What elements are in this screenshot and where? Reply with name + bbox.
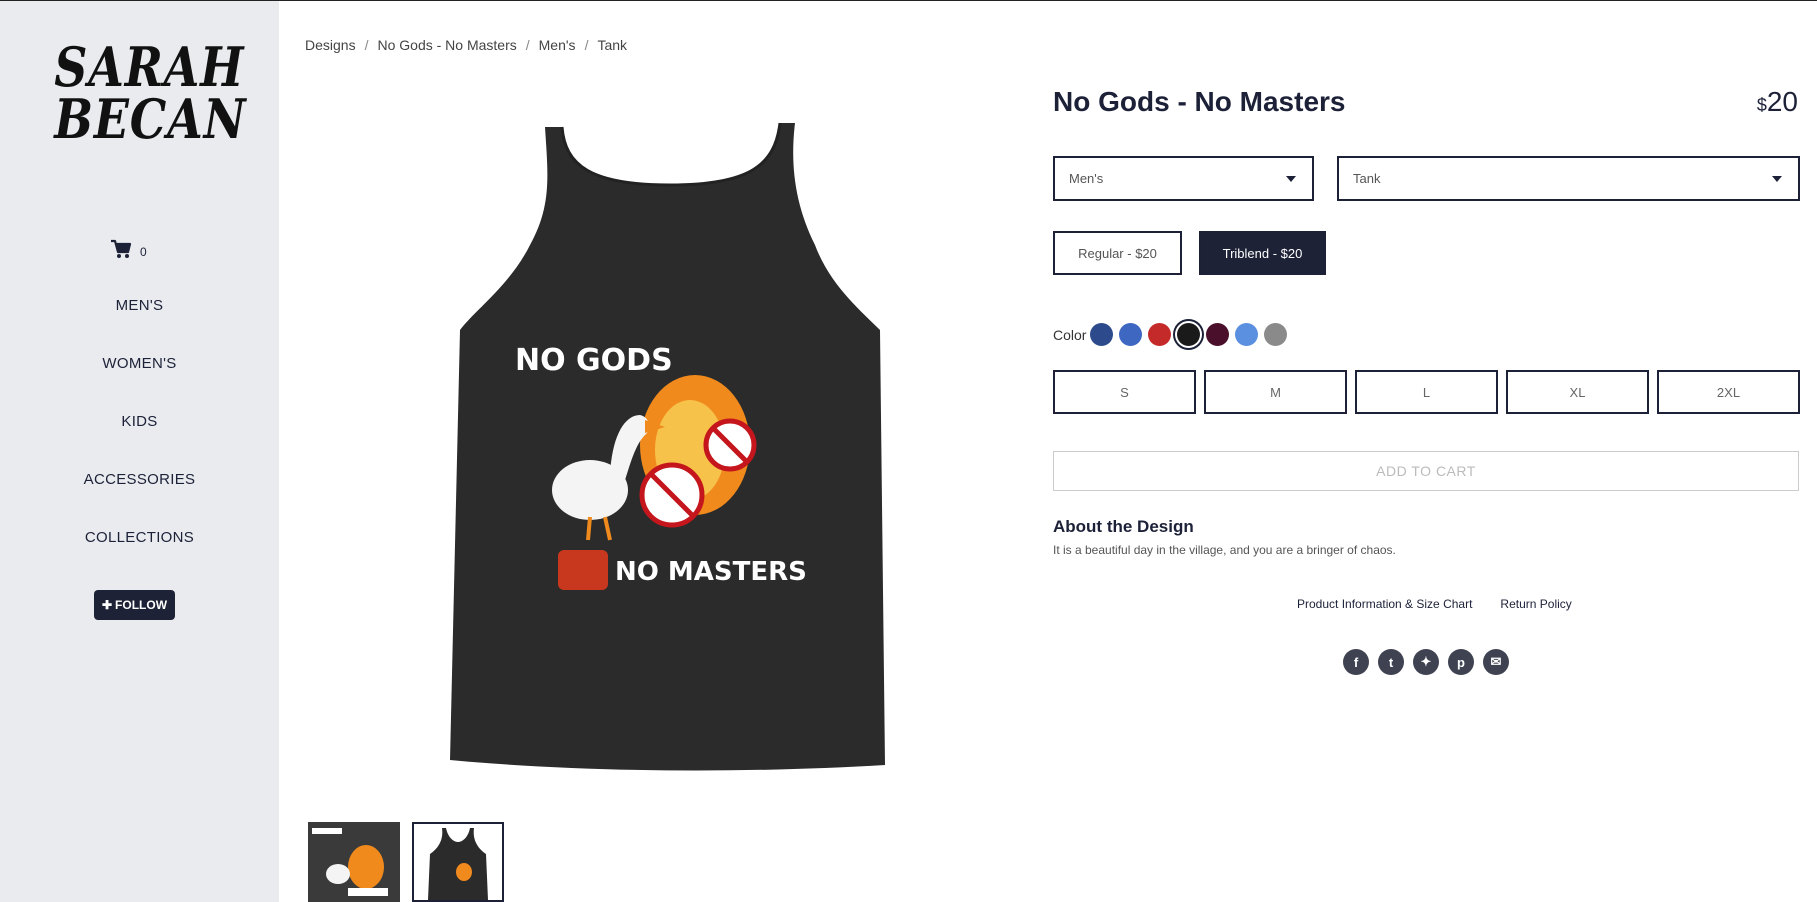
logo-line-1: SARAH — [54, 35, 245, 99]
tumblr-icon[interactable]: t — [1378, 649, 1404, 675]
chevron-down-icon — [1772, 176, 1782, 182]
facebook-icon[interactable]: f — [1343, 649, 1369, 675]
add-to-cart-button[interactable]: ADD TO CART — [1053, 451, 1799, 491]
price-currency: $ — [1756, 95, 1767, 115]
breadcrumb-separator: / — [364, 37, 369, 53]
about-title: About the Design — [1053, 517, 1194, 536]
style-select[interactable]: Tank — [1337, 156, 1800, 201]
artwork-text-top: NO GODS — [515, 343, 673, 378]
cart-link[interactable]: 0 — [110, 239, 147, 264]
return-policy-link[interactable]: Return Policy — [1500, 597, 1571, 611]
breadcrumb-gender[interactable]: Men's — [539, 37, 576, 53]
style-select-value: Tank — [1353, 171, 1381, 186]
product-links: Product Information & Size Chart Return … — [1297, 597, 1572, 611]
breadcrumb: Designs / No Gods - No Masters / Men's /… — [305, 37, 627, 53]
size-chart-link[interactable]: Product Information & Size Chart — [1297, 597, 1472, 611]
color-swatch[interactable] — [1235, 323, 1258, 346]
color-swatch[interactable] — [1206, 323, 1229, 346]
color-swatch[interactable] — [1148, 323, 1171, 346]
sidebar: SARAH BECAN 0 MEN'S WOMEN'S KIDS ACCESSO… — [0, 1, 279, 902]
size-l-button[interactable]: L — [1355, 370, 1498, 414]
cart-icon — [110, 239, 132, 264]
plus-icon: ✚ — [101, 598, 113, 612]
gender-select[interactable]: Men's — [1053, 156, 1314, 201]
cart-count: 0 — [140, 244, 147, 259]
size-s-button[interactable]: S — [1053, 370, 1196, 414]
follow-label: FOLLOW — [115, 598, 168, 612]
option-regular-button[interactable]: Regular - $20 — [1053, 231, 1182, 275]
breadcrumb-style[interactable]: Tank — [597, 37, 627, 53]
sidebar-item-collections[interactable]: COLLECTIONS — [0, 529, 279, 546]
logo-line-2: BECAN — [54, 87, 247, 151]
chevron-down-icon — [1286, 176, 1296, 182]
about-text: It is a beautiful day in the village, an… — [1053, 543, 1396, 557]
price-value: 20 — [1766, 86, 1798, 117]
sidebar-item-womens[interactable]: WOMEN'S — [0, 355, 279, 372]
size-m-button[interactable]: M — [1204, 370, 1347, 414]
twitter-icon[interactable]: ✦ — [1413, 649, 1439, 675]
color-swatch[interactable] — [1177, 323, 1200, 346]
product-price: $20 — [1757, 86, 1798, 118]
brand-logo[interactable]: SARAH BECAN — [40, 35, 247, 161]
product-title: No Gods - No Masters — [1053, 86, 1346, 117]
follow-button[interactable]: ✚ FOLLOW — [94, 590, 175, 620]
color-label: Color — [1053, 327, 1087, 343]
breadcrumb-separator: / — [525, 37, 530, 53]
breadcrumb-separator: / — [584, 37, 589, 53]
gender-select-value: Men's — [1069, 171, 1104, 186]
artwork-text-bottom: NO MASTERS — [615, 557, 807, 587]
color-swatch[interactable] — [1090, 323, 1113, 346]
option-triblend-button[interactable]: Triblend - $20 — [1199, 231, 1326, 275]
email-icon[interactable]: ✉ — [1483, 649, 1509, 675]
thumbnail-artwork[interactable] — [308, 822, 400, 902]
size-xl-button[interactable]: XL — [1506, 370, 1649, 414]
pinterest-icon[interactable]: p — [1448, 649, 1474, 675]
product-image[interactable]: NO GODS NO MASTERS — [440, 115, 900, 775]
size-2xl-button[interactable]: 2XL — [1657, 370, 1800, 414]
color-swatch[interactable] — [1264, 323, 1287, 346]
thumbnail-tank[interactable] — [412, 822, 504, 902]
breadcrumb-design[interactable]: No Gods - No Masters — [377, 37, 516, 53]
sidebar-item-accessories[interactable]: ACCESSORIES — [0, 471, 279, 488]
color-swatch[interactable] — [1119, 323, 1142, 346]
sidebar-item-kids[interactable]: KIDS — [0, 413, 279, 430]
breadcrumb-designs[interactable]: Designs — [305, 37, 356, 53]
sidebar-item-mens[interactable]: MEN'S — [0, 297, 279, 314]
